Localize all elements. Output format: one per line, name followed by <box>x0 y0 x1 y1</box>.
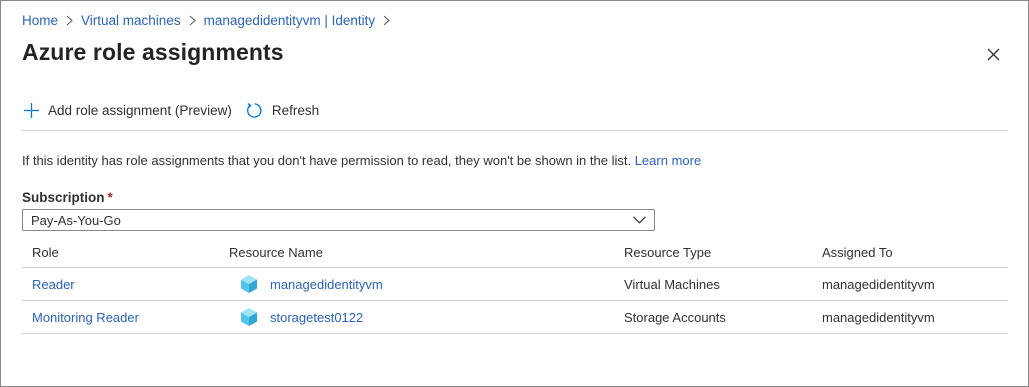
learn-more-link[interactable]: Learn more <box>635 153 701 168</box>
breadcrumb-vm-identity[interactable]: managedidentityvm | Identity <box>204 13 376 28</box>
add-role-assignment-label: Add role assignment (Preview) <box>48 102 232 118</box>
toolbar-divider <box>22 130 1008 131</box>
close-button[interactable] <box>984 45 1002 63</box>
column-header-role[interactable]: Role <box>32 237 59 267</box>
table-header-row: Role Resource Name Resource Type Assigne… <box>22 237 1008 268</box>
subscription-label: Subscription * <box>22 190 113 205</box>
breadcrumb-home[interactable]: Home <box>22 13 58 28</box>
close-icon <box>987 48 1000 61</box>
command-bar: Add role assignment (Preview) Refresh <box>22 101 333 119</box>
cube-icon <box>240 307 258 327</box>
column-header-resource-type[interactable]: Resource Type <box>624 237 711 267</box>
breadcrumb: Home Virtual machines managedidentityvm … <box>22 13 398 28</box>
subscription-dropdown[interactable]: Pay-As-You-Go <box>22 209 655 231</box>
refresh-button[interactable]: Refresh <box>246 101 319 119</box>
cube-icon <box>240 274 258 294</box>
role-link[interactable]: Monitoring Reader <box>32 310 139 325</box>
assigned-to-cell: managedidentityvm <box>822 309 935 325</box>
role-link[interactable]: Reader <box>32 277 75 292</box>
blade: Home Virtual machines managedidentityvm … <box>0 0 1029 387</box>
breadcrumb-virtual-machines[interactable]: Virtual machines <box>81 13 181 28</box>
table-row: Monitoring Reader storagetest0122 Storag… <box>22 301 1008 334</box>
resource-type-cell: Storage Accounts <box>624 309 726 325</box>
role-assignments-table: Role Resource Name Resource Type Assigne… <box>22 237 1008 334</box>
refresh-label: Refresh <box>271 102 320 118</box>
chevron-down-icon <box>633 216 646 224</box>
info-message: If this identity has role assignments th… <box>22 153 701 168</box>
chevron-right-icon <box>383 15 391 26</box>
add-role-assignment-button[interactable]: Add role assignment (Preview) <box>22 101 232 119</box>
resource-type-cell: Virtual Machines <box>624 276 720 292</box>
plus-icon <box>22 101 40 119</box>
info-text: If this identity has role assignments th… <box>22 153 632 168</box>
table-row: Reader managedidentityvm Virtual Machine… <box>22 268 1008 301</box>
column-header-resource-name[interactable]: Resource Name <box>229 237 323 267</box>
page-title: Azure role assignments <box>22 39 284 65</box>
resource-name-link[interactable]: managedidentityvm <box>270 277 383 292</box>
column-header-assigned-to[interactable]: Assigned To <box>822 237 893 267</box>
assigned-to-cell: managedidentityvm <box>822 276 935 292</box>
resource-name-link[interactable]: storagetest0122 <box>270 310 363 325</box>
subscription-selected-value: Pay-As-You-Go <box>31 212 121 228</box>
refresh-icon <box>246 101 264 119</box>
chevron-right-icon <box>66 15 73 26</box>
chevron-right-icon <box>189 15 196 26</box>
required-marker: * <box>107 190 113 205</box>
subscription-label-text: Subscription <box>22 190 105 205</box>
